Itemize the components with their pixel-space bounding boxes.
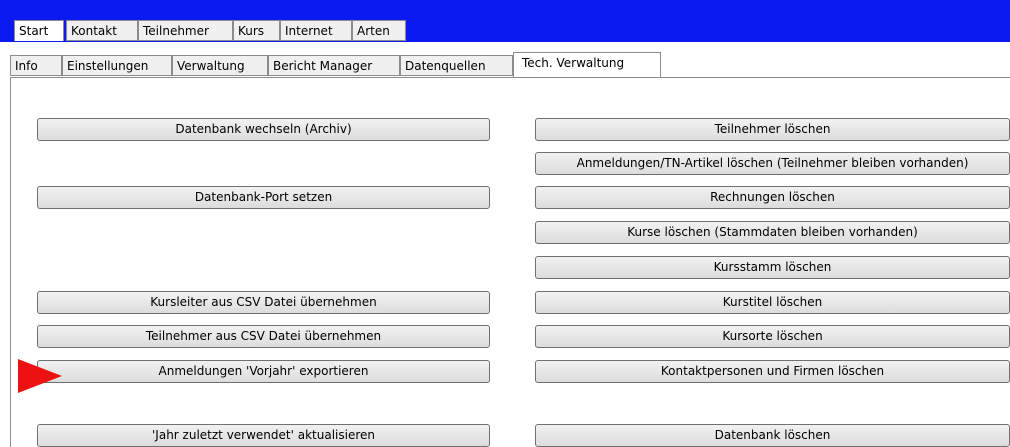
tab-kontakt[interactable]: Kontakt [66,20,138,41]
kursleiter-csv-import-button[interactable]: Kursleiter aus CSV Datei übernehmen [37,291,490,314]
jahr-zuletzt-verwendet-button[interactable]: 'Jahr zuletzt verwendet' aktualisieren [37,424,490,447]
kursorte-loeschen-button[interactable]: Kursorte löschen [535,325,1010,348]
teilnehmer-loeschen-button[interactable]: Teilnehmer löschen [535,118,1010,141]
kurstitel-loeschen-button[interactable]: Kurstitel löschen [535,291,1010,314]
tab-internet[interactable]: Internet [280,20,352,41]
datenbank-loeschen-button[interactable]: Datenbank löschen [535,424,1010,447]
tab-datenquellen[interactable]: Datenquellen [400,55,513,76]
tab-einstellungen[interactable]: Einstellungen [62,55,172,76]
tab-start[interactable]: Start [14,20,64,41]
tab-info[interactable]: Info [10,55,62,76]
kontaktpersonen-loeschen-button[interactable]: Kontaktpersonen und Firmen löschen [535,360,1010,383]
kursstamm-loeschen-button[interactable]: Kursstamm löschen [535,256,1010,279]
teilnehmer-csv-import-button[interactable]: Teilnehmer aus CSV Datei übernehmen [37,325,490,348]
rechnungen-loeschen-button[interactable]: Rechnungen löschen [535,186,1010,209]
tab-teilnehmer[interactable]: Teilnehmer [138,20,233,41]
datenbank-port-setzen-button[interactable]: Datenbank-Port setzen [37,186,490,209]
tab-arten[interactable]: Arten [352,20,406,41]
anmeldungen-vorjahr-export-button[interactable]: Anmeldungen 'Vorjahr' exportieren [37,360,490,383]
tab-kurs[interactable]: Kurs [233,20,280,41]
datenbank-wechseln-button[interactable]: Datenbank wechseln (Archiv) [37,118,490,141]
tab-tech-verwaltung[interactable]: Tech. Verwaltung [513,52,661,78]
tab-verwaltung[interactable]: Verwaltung [172,55,268,76]
anmeldungen-loeschen-button[interactable]: Anmeldungen/TN-Artikel löschen (Teilnehm… [535,152,1010,175]
tab-bericht-manager[interactable]: Bericht Manager [268,55,400,76]
kurse-loeschen-button[interactable]: Kurse löschen (Stammdaten bleiben vorhan… [535,221,1010,244]
red-arrow-marker-icon [18,359,62,393]
